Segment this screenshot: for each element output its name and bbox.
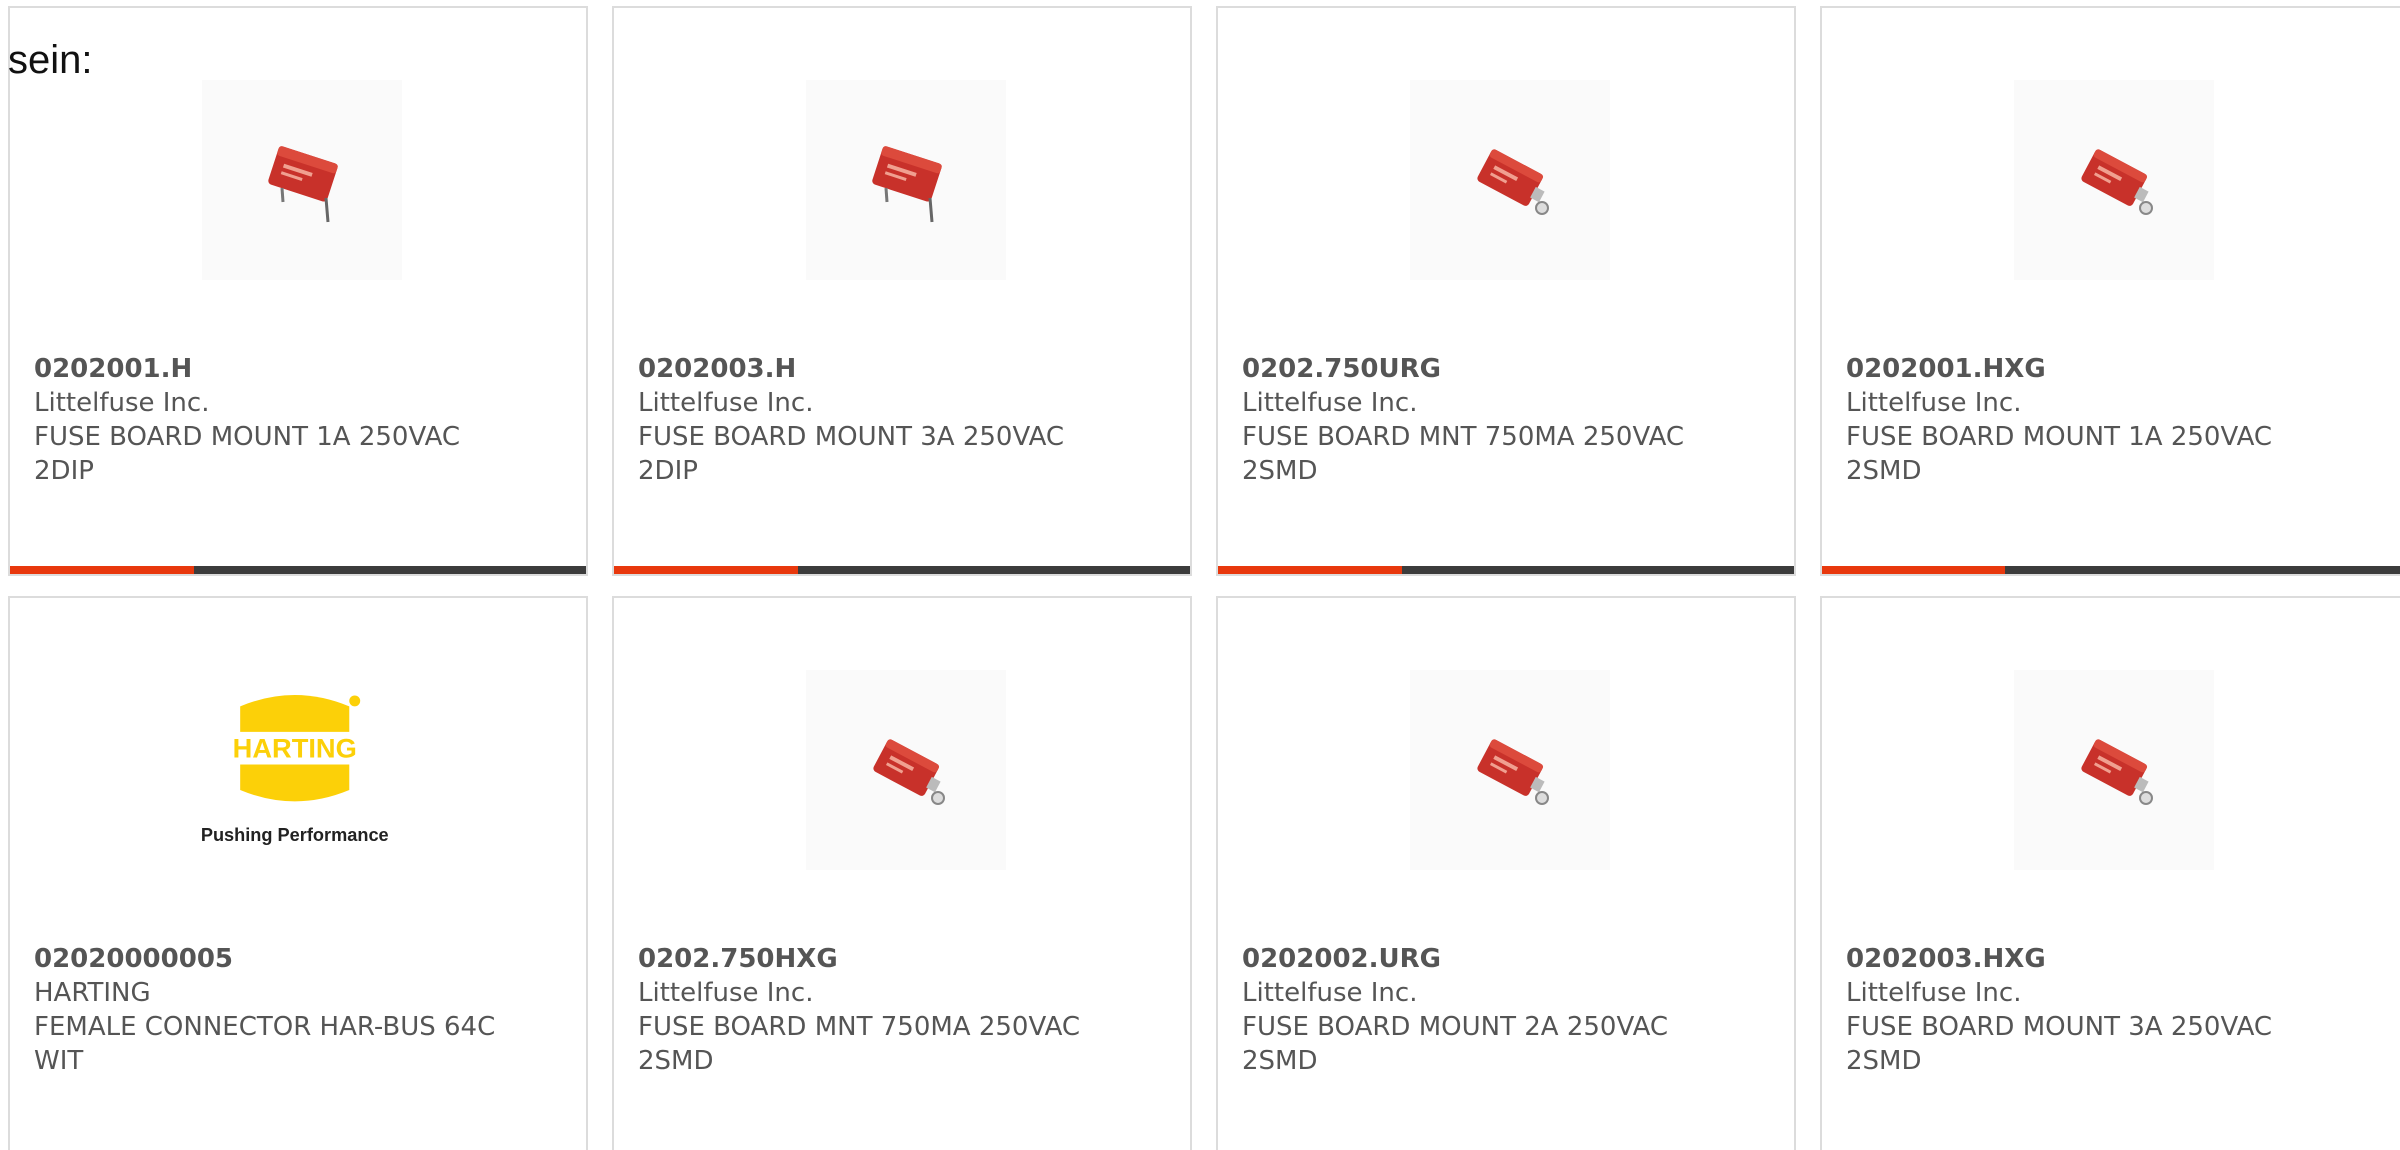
product-info: 0202001.HXG Littelfuse Inc. FUSE BOARD M… bbox=[1846, 352, 2394, 488]
description: FUSE BOARD MOUNT 3A 250VAC 2DIP bbox=[638, 422, 1065, 486]
product-card[interactable]: 0202002.URG Littelfuse Inc. FUSE BOARD M… bbox=[1216, 596, 1796, 1150]
fuse-2smd-icon bbox=[1477, 149, 1549, 215]
manufacturer: Littelfuse Inc. bbox=[1242, 388, 1418, 418]
fuse-2smd-icon bbox=[2081, 739, 2153, 805]
product-card[interactable]: 0202001.HXG Littelfuse Inc. FUSE BOARD M… bbox=[1820, 6, 2400, 576]
harting-logo-text: HARTING bbox=[233, 732, 357, 763]
part-number[interactable]: 0202001.HXG bbox=[1846, 352, 2394, 386]
harting-logo-icon: HARTING Pushing Performance bbox=[202, 695, 389, 845]
fuse-2smd-icon bbox=[1477, 739, 1549, 805]
manufacturer: Littelfuse Inc. bbox=[1846, 978, 2022, 1008]
product-info: 0202.750HXG Littelfuse Inc. FUSE BOARD M… bbox=[638, 942, 1166, 1078]
part-number[interactable]: 0202003.HXG bbox=[1846, 942, 2394, 976]
product-card[interactable]: 0202003.H Littelfuse Inc. FUSE BOARD MOU… bbox=[612, 6, 1192, 576]
description: FUSE BOARD MOUNT 2A 250VAC 2SMD bbox=[1242, 1012, 1669, 1076]
manufacturer: HARTING bbox=[34, 978, 151, 1008]
part-number[interactable]: 0202003.H bbox=[638, 352, 1166, 386]
product-image[interactable] bbox=[202, 80, 402, 280]
product-image[interactable]: HARTING Pushing Performance bbox=[202, 670, 402, 870]
product-image[interactable] bbox=[806, 670, 1006, 870]
intro-text: sein: bbox=[8, 38, 93, 82]
part-number[interactable]: 0202001.H bbox=[34, 352, 562, 386]
progress-fill bbox=[1218, 566, 1403, 574]
fuse-2dip-icon bbox=[268, 146, 338, 223]
product-image[interactable] bbox=[2014, 670, 2214, 870]
progress-bar bbox=[614, 566, 1190, 574]
part-number[interactable]: 0202.750HXG bbox=[638, 942, 1166, 976]
product-info: 0202003.HXG Littelfuse Inc. FUSE BOARD M… bbox=[1846, 942, 2394, 1078]
product-image[interactable] bbox=[1410, 670, 1610, 870]
product-info: 0202002.URG Littelfuse Inc. FUSE BOARD M… bbox=[1242, 942, 1770, 1078]
progress-fill bbox=[1822, 566, 2005, 574]
part-number[interactable]: 02020000005 bbox=[34, 942, 562, 976]
description: FUSE BOARD MOUNT 1A 250VAC 2SMD bbox=[1846, 422, 2273, 486]
progress-fill bbox=[614, 566, 799, 574]
progress-bar bbox=[1822, 566, 2400, 574]
part-number[interactable]: 0202002.URG bbox=[1242, 942, 1770, 976]
description: FUSE BOARD MNT 750MA 250VAC 2SMD bbox=[1242, 422, 1685, 486]
product-info: 0202.750URG Littelfuse Inc. FUSE BOARD M… bbox=[1242, 352, 1770, 488]
description: FEMALE CONNECTOR HAR-BUS 64C WIT bbox=[34, 1012, 496, 1076]
product-card[interactable]: 0202003.HXG Littelfuse Inc. FUSE BOARD M… bbox=[1820, 596, 2400, 1150]
product-image[interactable] bbox=[806, 80, 1006, 280]
fuse-2dip-icon bbox=[872, 146, 942, 223]
description: FUSE BOARD MOUNT 3A 250VAC 2SMD bbox=[1846, 1012, 2273, 1076]
manufacturer: Littelfuse Inc. bbox=[638, 388, 814, 418]
product-card[interactable]: 0202.750HXG Littelfuse Inc. FUSE BOARD M… bbox=[612, 596, 1192, 1150]
fuse-2smd-icon bbox=[873, 739, 945, 805]
product-image[interactable] bbox=[2014, 80, 2214, 280]
product-card[interactable]: HARTING Pushing Performance 02020000005 … bbox=[8, 596, 588, 1150]
manufacturer: Littelfuse Inc. bbox=[34, 388, 210, 418]
product-info: 0202001.H Littelfuse Inc. FUSE BOARD MOU… bbox=[34, 352, 562, 488]
product-grid: 0202001.H Littelfuse Inc. FUSE BOARD MOU… bbox=[0, 0, 2400, 1150]
harting-logo-tagline: Pushing Performance bbox=[202, 825, 389, 845]
product-card[interactable]: 0202001.H Littelfuse Inc. FUSE BOARD MOU… bbox=[8, 6, 588, 576]
part-number[interactable]: 0202.750URG bbox=[1242, 352, 1770, 386]
product-info: 0202003.H Littelfuse Inc. FUSE BOARD MOU… bbox=[638, 352, 1166, 488]
product-image[interactable] bbox=[1410, 80, 1610, 280]
fuse-2smd-icon bbox=[2081, 149, 2153, 215]
product-info: 02020000005 HARTING FEMALE CONNECTOR HAR… bbox=[34, 942, 562, 1078]
progress-fill bbox=[10, 566, 195, 574]
progress-bar bbox=[1218, 566, 1794, 574]
description: FUSE BOARD MNT 750MA 250VAC 2SMD bbox=[638, 1012, 1081, 1076]
manufacturer: Littelfuse Inc. bbox=[1846, 388, 2022, 418]
product-card[interactable]: 0202.750URG Littelfuse Inc. FUSE BOARD M… bbox=[1216, 6, 1796, 576]
description: FUSE BOARD MOUNT 1A 250VAC 2DIP bbox=[34, 422, 461, 486]
manufacturer: Littelfuse Inc. bbox=[1242, 978, 1418, 1008]
manufacturer: Littelfuse Inc. bbox=[638, 978, 814, 1008]
progress-bar bbox=[10, 566, 586, 574]
